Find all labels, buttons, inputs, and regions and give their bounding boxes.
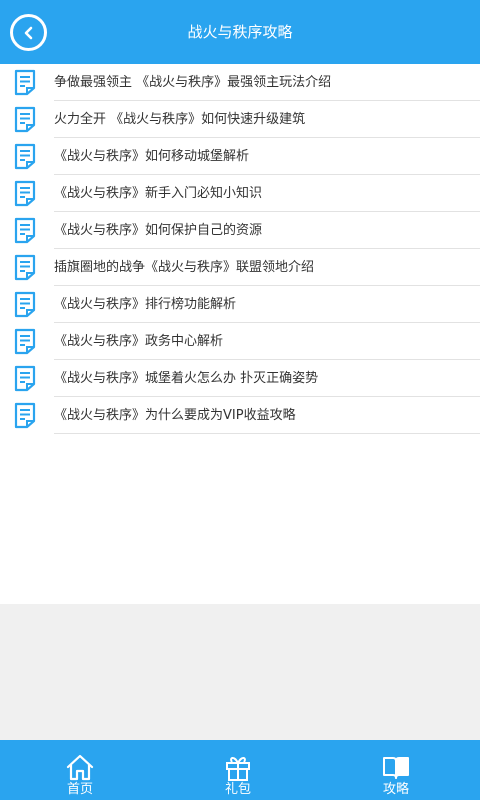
document-icon bbox=[14, 106, 36, 133]
document-icon bbox=[14, 365, 36, 392]
document-icon bbox=[14, 328, 36, 355]
document-icon bbox=[14, 143, 36, 170]
article-title: 争做最强领主 《战火与秩序》最强领主玩法介绍 bbox=[54, 75, 332, 90]
page-title: 战火与秩序攻略 bbox=[187, 23, 293, 41]
article-title: 《战火与秩序》政务中心解析 bbox=[54, 334, 224, 349]
tab-gift[interactable]: 礼包 bbox=[178, 740, 298, 800]
article-title: 《战火与秩序》城堡着火怎么办 扑灭正确姿势 bbox=[54, 371, 319, 386]
article-title: 《战火与秩序》如何保护自己的资源 bbox=[54, 223, 263, 238]
app-header: 战火与秩序攻略 bbox=[0, 0, 480, 64]
article-title: 《战火与秩序》新手入门必知小知识 bbox=[54, 186, 263, 201]
tab-gift-label: 礼包 bbox=[224, 782, 251, 797]
document-icon bbox=[14, 69, 36, 96]
list-item[interactable]: 《战火与秩序》城堡着火怎么办 扑灭正确姿势 bbox=[0, 360, 480, 397]
tab-guide-label: 攻略 bbox=[382, 782, 409, 797]
list-item[interactable]: 《战火与秩序》政务中心解析 bbox=[0, 323, 480, 360]
list-item[interactable]: 插旗圈地的战争《战火与秩序》联盟领地介绍 bbox=[0, 249, 480, 286]
list-item[interactable]: 《战火与秩序》排行榜功能解析 bbox=[0, 286, 480, 323]
article-list: 争做最强领主 《战火与秩序》最强领主玩法介绍 火力全开 《战火与秩序》如何快速升… bbox=[0, 64, 480, 604]
document-icon bbox=[14, 291, 36, 318]
tab-guide[interactable]: 攻略 bbox=[336, 740, 456, 800]
article-title: 《战火与秩序》如何移动城堡解析 bbox=[54, 149, 250, 164]
article-title: 《战火与秩序》排行榜功能解析 bbox=[54, 297, 237, 312]
bottom-tab-bar: 首页 礼包 攻略 bbox=[0, 740, 480, 800]
book-icon bbox=[383, 757, 409, 779]
article-title: 火力全开 《战火与秩序》如何快速升级建筑 bbox=[54, 112, 306, 127]
article-title: 《战火与秩序》为什么要成为VIP收益攻略 bbox=[54, 408, 296, 423]
tab-home[interactable]: 首页 bbox=[20, 740, 140, 800]
list-item[interactable]: 《战火与秩序》为什么要成为VIP收益攻略 bbox=[0, 397, 480, 434]
list-item[interactable]: 《战火与秩序》如何保护自己的资源 bbox=[0, 212, 480, 249]
list-item[interactable]: 《战火与秩序》新手入门必知小知识 bbox=[0, 175, 480, 212]
article-title: 插旗圈地的战争《战火与秩序》联盟领地介绍 bbox=[54, 260, 315, 275]
divider bbox=[54, 433, 480, 434]
list-item[interactable]: 《战火与秩序》如何移动城堡解析 bbox=[0, 138, 480, 175]
document-icon bbox=[14, 180, 36, 207]
list-item[interactable]: 火力全开 《战火与秩序》如何快速升级建筑 bbox=[0, 101, 480, 138]
gift-icon bbox=[226, 757, 250, 781]
document-icon bbox=[14, 217, 36, 244]
document-icon bbox=[14, 402, 36, 429]
document-icon bbox=[14, 254, 36, 281]
tab-home-label: 首页 bbox=[66, 782, 93, 797]
list-item[interactable]: 争做最强领主 《战火与秩序》最强领主玩法介绍 bbox=[0, 64, 480, 101]
home-icon bbox=[66, 754, 94, 781]
